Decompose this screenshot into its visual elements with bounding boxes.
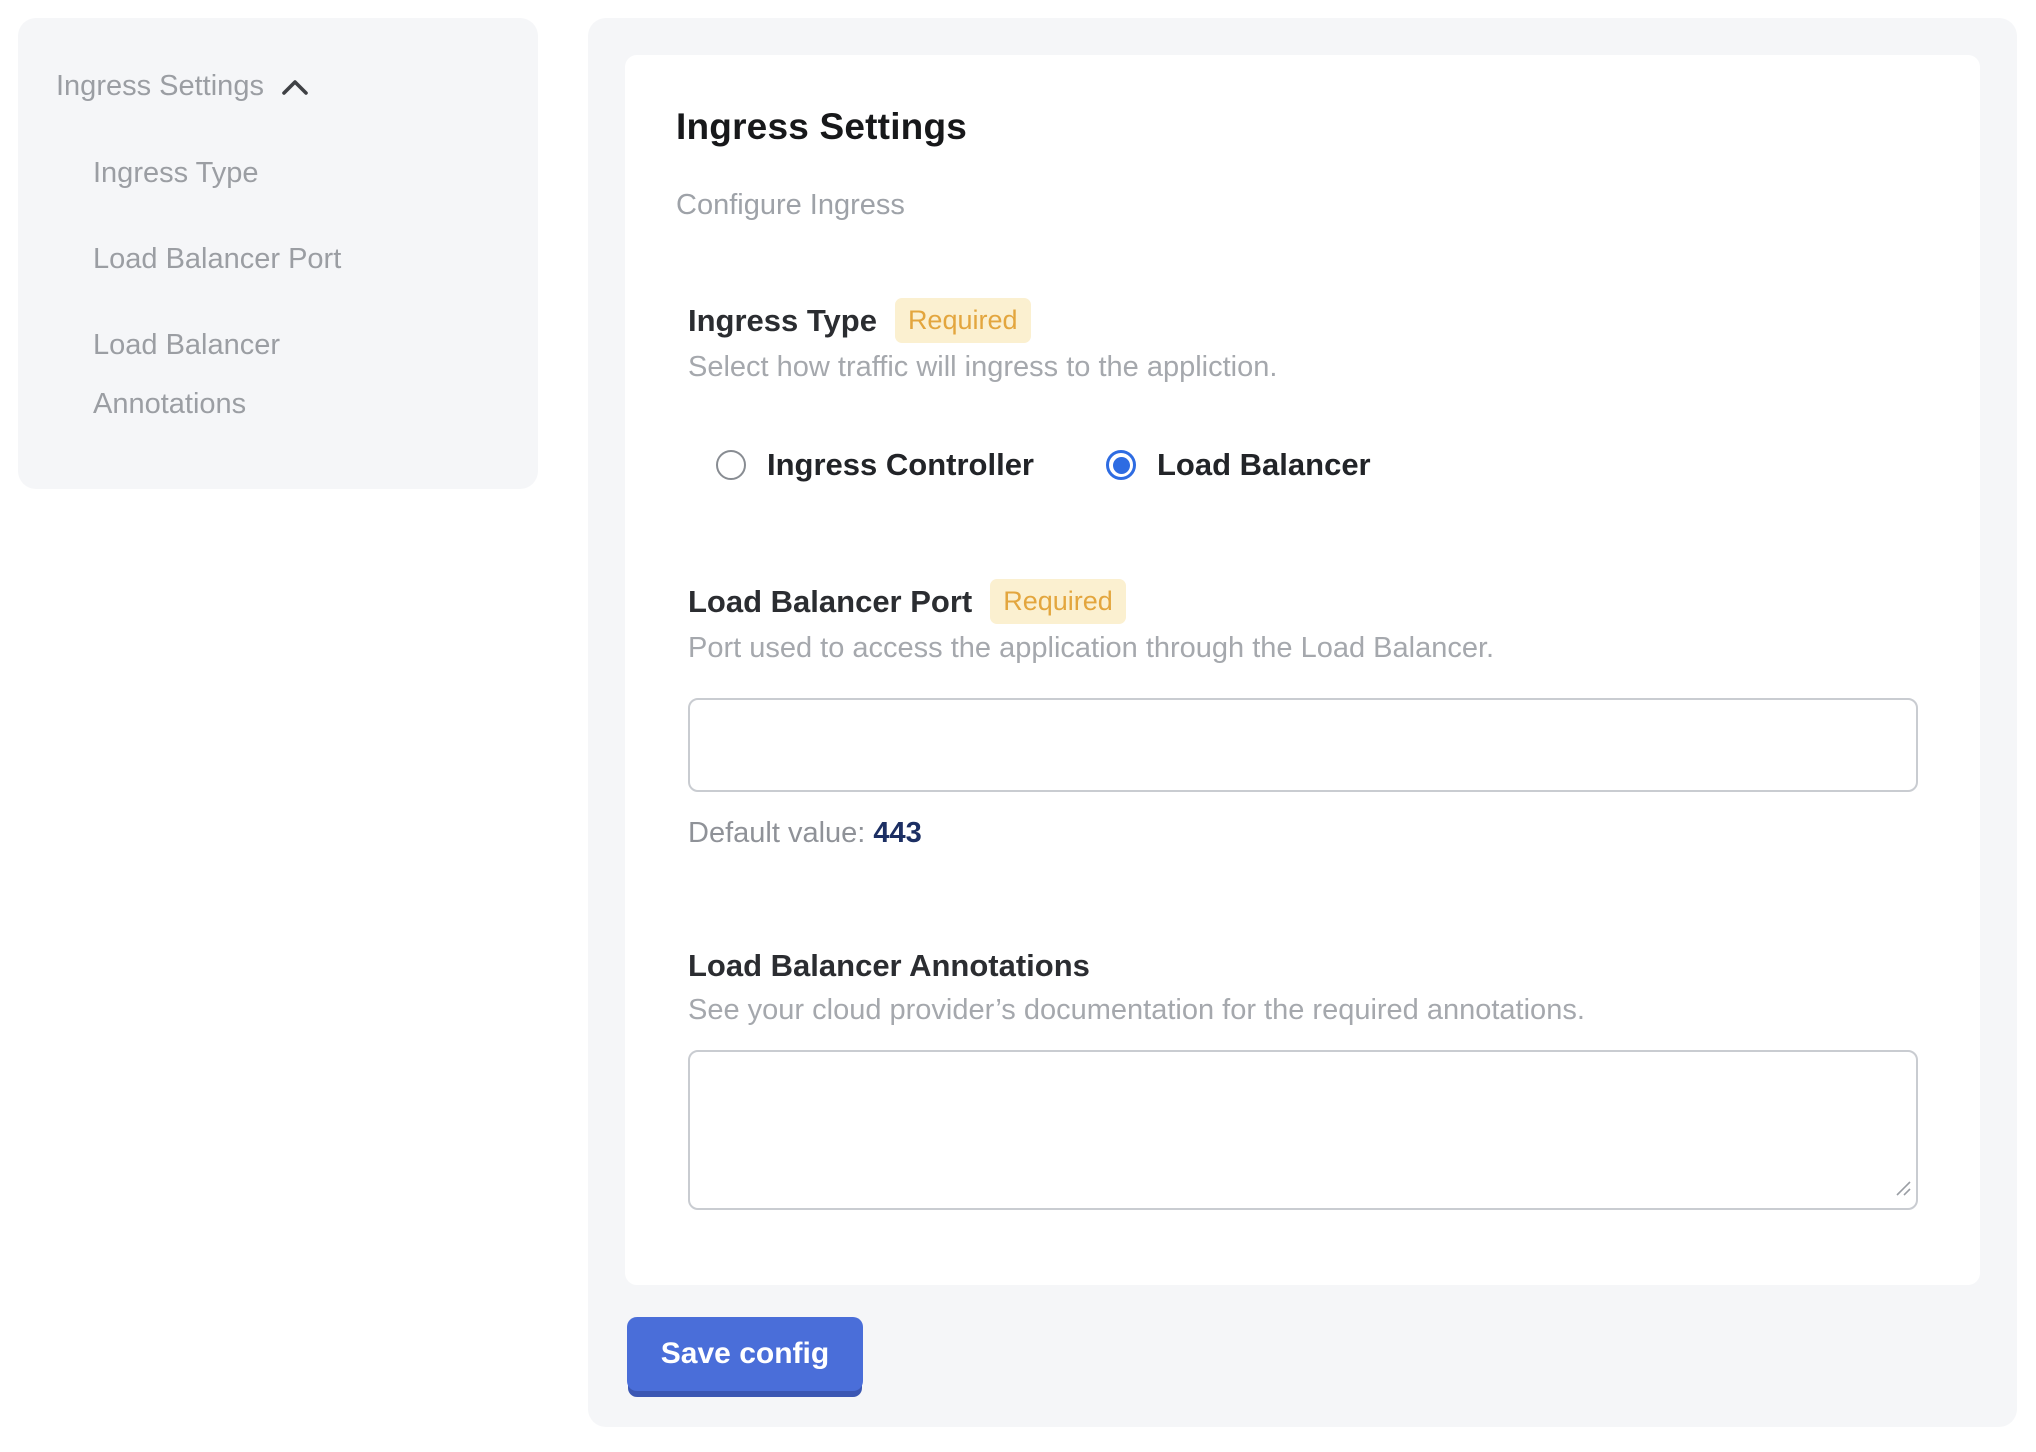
lb-port-heading: Load Balancer Port Required (688, 579, 1918, 624)
ingress-type-label: Ingress Type (688, 301, 877, 341)
main-panel: Ingress Settings Configure Ingress Ingre… (588, 18, 2017, 1427)
radio-label-ingress-controller: Ingress Controller (767, 447, 1034, 483)
lb-annotations-textarea-wrap (688, 1050, 1918, 1210)
lb-annotations-description: See your cloud provider’s documentation … (688, 992, 1918, 1028)
sidebar-group-ingress-settings[interactable]: Ingress Settings (18, 66, 538, 106)
lb-annotations-heading: Load Balancer Annotations (688, 946, 1918, 986)
lb-annotations-label: Load Balancer Annotations (688, 946, 1090, 986)
page-subtitle: Configure Ingress (676, 188, 1980, 222)
sidebar-nav: Ingress Type Load Balancer Port Load Bal… (93, 144, 405, 434)
lb-port-description: Port used to access the application thro… (688, 630, 1918, 666)
sidebar: Ingress Settings Ingress Type Load Balan… (18, 18, 538, 489)
section-load-balancer-annotations: Load Balancer Annotations See your cloud… (688, 946, 1918, 1210)
default-value: 443 (873, 817, 921, 849)
sidebar-group-label: Ingress Settings (56, 66, 264, 106)
resize-handle-icon[interactable] (1894, 1179, 1912, 1202)
radio-input-load-balancer[interactable] (1106, 450, 1136, 480)
radio-option-ingress-controller[interactable]: Ingress Controller (716, 447, 1034, 483)
required-badge: Required (895, 298, 1031, 343)
sidebar-item-load-balancer-port[interactable]: Load Balancer Port (93, 230, 405, 289)
sidebar-item-load-balancer-annotations[interactable]: Load Balancer Annotations (93, 316, 405, 434)
save-config-button[interactable]: Save config (627, 1317, 863, 1391)
lb-annotations-textarea[interactable] (688, 1050, 1918, 1210)
page-title: Ingress Settings (676, 105, 1980, 149)
default-value-label: Default value: (688, 817, 865, 849)
lb-port-default-line: Default value:443 (688, 816, 1918, 850)
section-load-balancer-port: Load Balancer Port Required Port used to… (688, 579, 1918, 850)
radio-option-load-balancer[interactable]: Load Balancer (1106, 447, 1371, 483)
ingress-type-heading: Ingress Type Required (688, 298, 1918, 343)
lb-port-label: Load Balancer Port (688, 582, 972, 622)
lb-port-input[interactable] (688, 698, 1918, 792)
required-badge: Required (990, 579, 1126, 624)
radio-label-load-balancer: Load Balancer (1157, 447, 1371, 483)
chevron-up-icon (280, 77, 310, 99)
radio-input-ingress-controller[interactable] (716, 450, 746, 480)
settings-card: Ingress Settings Configure Ingress Ingre… (625, 55, 1980, 1285)
ingress-type-radio-group: Ingress Controller Load Balancer (716, 447, 1918, 483)
section-ingress-type: Ingress Type Required Select how traffic… (688, 298, 1918, 483)
ingress-type-description: Select how traffic will ingress to the a… (688, 349, 1918, 385)
sidebar-item-ingress-type[interactable]: Ingress Type (93, 144, 405, 203)
